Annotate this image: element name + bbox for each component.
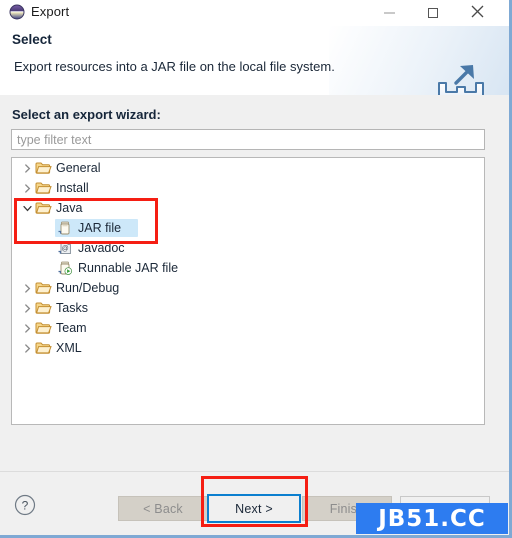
folder-icon [35,340,53,356]
close-icon [471,5,484,21]
export-arrow-icon [433,61,489,95]
chevron-down-icon[interactable] [20,198,35,218]
export-wizard-tree[interactable]: General Install Java JAR file @ Javadoc Runnab… [11,157,485,425]
title-bar: Export [0,0,509,26]
chevron-right-icon[interactable] [20,338,35,358]
chevron-right-icon[interactable] [20,158,35,178]
svg-text:@: @ [62,246,69,253]
tree-row-label: XML [56,341,82,355]
tree-row[interactable]: Install [12,178,484,198]
close-button[interactable] [457,0,497,26]
folder-icon [35,280,53,296]
folder-icon [35,320,53,336]
next-button[interactable]: Next > [207,494,301,523]
maximize-button[interactable] [413,0,453,26]
folder-icon [35,180,53,196]
help-question-icon[interactable]: ? [14,494,36,516]
tree-row-label: Install [56,181,89,195]
tree-row-label: General [56,161,101,175]
tree-row-label: Run/Debug [56,281,120,295]
chevron-right-icon[interactable] [20,178,35,198]
chevron-right-icon[interactable] [20,278,35,298]
page-description: Export resources into a JAR file on the … [14,59,335,74]
chevron-right-icon[interactable] [20,298,35,318]
tree-row[interactable]: Run/Debug [12,278,484,298]
tree-row[interactable]: Team [12,318,484,338]
minimize-icon [383,12,395,14]
folder-icon [35,160,53,176]
minimize-button[interactable] [369,0,409,26]
jar-file-icon [57,220,75,236]
dialog-body: Select an export wizard: General Install J… [0,95,509,471]
svg-text:?: ? [22,499,29,513]
tree-row-label: Java [56,201,83,215]
window-title: Export [31,4,70,19]
tree-row[interactable]: XML [12,338,484,358]
export-dialog-window: Export Select Export resources into a JA… [0,0,512,538]
javadoc-icon: @ [57,240,75,256]
tree-row-label: Team [56,321,87,335]
tree-row[interactable]: JAR file [12,218,484,238]
watermark-badge: JB51.CC [356,503,508,534]
tree-row[interactable]: Java [12,198,484,218]
tree-row[interactable]: Runnable JAR file [12,258,484,278]
page-title: Select [12,32,52,47]
folder-icon [35,300,53,316]
select-wizard-label: Select an export wizard: [12,107,161,122]
filter-input[interactable] [11,129,485,150]
tree-row-label: Javadoc [78,241,125,255]
tree-row[interactable]: Tasks [12,298,484,318]
tree-row[interactable]: @ Javadoc [12,238,484,258]
watermark-text: JB51.CC [378,505,486,532]
maximize-icon [428,8,438,18]
tree-row-label: Runnable JAR file [78,261,179,275]
runnable-jar-icon [57,260,75,276]
folder-icon [35,200,53,216]
tree-row-label: JAR file [78,221,122,235]
tree-row-label: Tasks [56,301,88,315]
back-button: < Back [118,496,208,521]
eclipse-sphere-icon [9,4,25,20]
dialog-header: Select Export resources into a JAR file … [0,26,509,96]
chevron-right-icon[interactable] [20,318,35,338]
tree-row[interactable]: General [12,158,484,178]
